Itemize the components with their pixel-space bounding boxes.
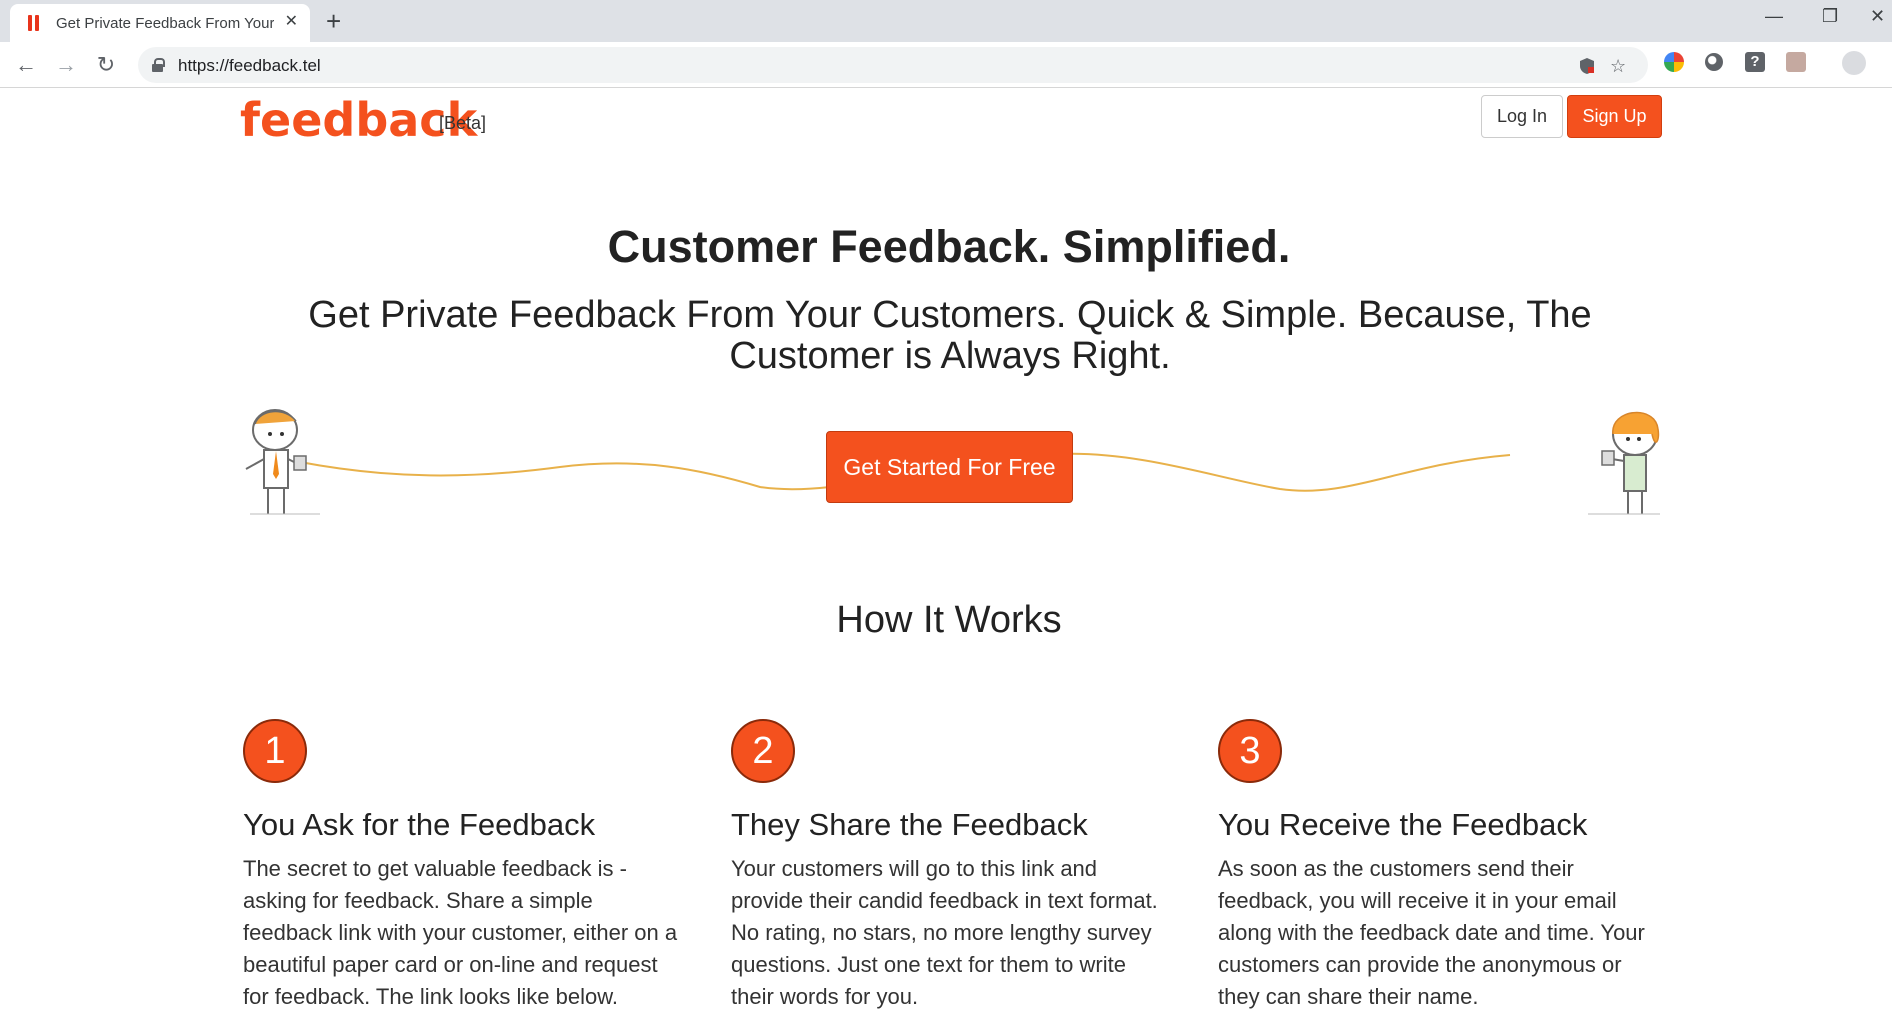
step-description: The secret to get valuable feedback is -… bbox=[243, 856, 678, 1009]
step-card: 3 You Receive the Feedback As soon as th… bbox=[1218, 719, 1658, 1013]
new-tab-button[interactable]: + bbox=[326, 8, 341, 34]
url-text[interactable]: https://feedback.tel bbox=[178, 56, 321, 76]
page-content: feedback [Beta] Log In Sign Up Customer … bbox=[0, 89, 1892, 1030]
step-title: You Ask for the Feedback bbox=[243, 807, 596, 842]
step-number-badge: 3 bbox=[1218, 719, 1282, 783]
browser-toolbar: ← → ↻ https://feedback.tel ☆ ? ⋮ bbox=[0, 42, 1892, 88]
step-number-badge: 1 bbox=[243, 719, 307, 783]
step-title: They Share the Feedback bbox=[731, 807, 1088, 842]
reload-icon[interactable]: ↻ bbox=[92, 51, 120, 79]
shield-icon[interactable] bbox=[1578, 57, 1596, 80]
step-description: Your customers will go to this link and … bbox=[731, 856, 1158, 1009]
site-favicon-icon bbox=[28, 15, 42, 31]
tab-strip: Get Private Feedback From Your Customers… bbox=[0, 0, 1892, 42]
right-person-icon bbox=[1588, 412, 1660, 515]
bookmark-star-icon[interactable]: ☆ bbox=[1610, 56, 1626, 77]
beta-label: [Beta] bbox=[439, 113, 487, 133]
get-started-button[interactable]: Get Started For Free bbox=[826, 431, 1073, 503]
address-bar[interactable]: https://feedback.tel ☆ bbox=[138, 47, 1648, 83]
back-icon[interactable]: ← bbox=[12, 51, 40, 79]
restore-icon[interactable]: ❐ bbox=[1822, 6, 1838, 27]
step-card: 2 They Share the Feedback Your customers… bbox=[731, 719, 1171, 1013]
circle-extension-icon[interactable] bbox=[1705, 53, 1723, 71]
browser-tab[interactable]: Get Private Feedback From Your Customers… bbox=[10, 4, 310, 42]
lock-icon bbox=[152, 58, 165, 72]
step-number-badge: 2 bbox=[731, 719, 795, 783]
how-it-works-heading: How It Works bbox=[836, 599, 1062, 641]
color-picker-extension-icon[interactable] bbox=[1664, 52, 1684, 72]
tab-close-icon[interactable]: ✕ bbox=[285, 14, 298, 30]
forward-icon[interactable]: → bbox=[52, 51, 80, 79]
step-card: 1 You Ask for the Feedback The secret to… bbox=[243, 719, 683, 1013]
hero-subtitle: Get Private Feedback From Your Customers… bbox=[308, 294, 1592, 377]
signup-button[interactable]: Sign Up bbox=[1567, 95, 1662, 138]
window-close-icon[interactable]: ✕ bbox=[1870, 6, 1885, 27]
login-button[interactable]: Log In bbox=[1481, 95, 1563, 138]
minimize-icon[interactable]: — bbox=[1765, 6, 1783, 27]
hero-title: Customer Feedback. Simplified. bbox=[607, 221, 1291, 272]
left-person-icon bbox=[245, 409, 320, 515]
step-description: As soon as the customers send their feed… bbox=[1218, 856, 1645, 1009]
help-extension-icon[interactable]: ? bbox=[1745, 52, 1765, 72]
profile-avatar-icon[interactable] bbox=[1842, 51, 1866, 75]
tab-title: Get Private Feedback From Your Customers bbox=[56, 14, 274, 32]
menu-icon[interactable]: ⋮ bbox=[1884, 52, 1892, 73]
pdf-extension-icon[interactable] bbox=[1786, 52, 1806, 72]
step-title: You Receive the Feedback bbox=[1218, 807, 1588, 842]
